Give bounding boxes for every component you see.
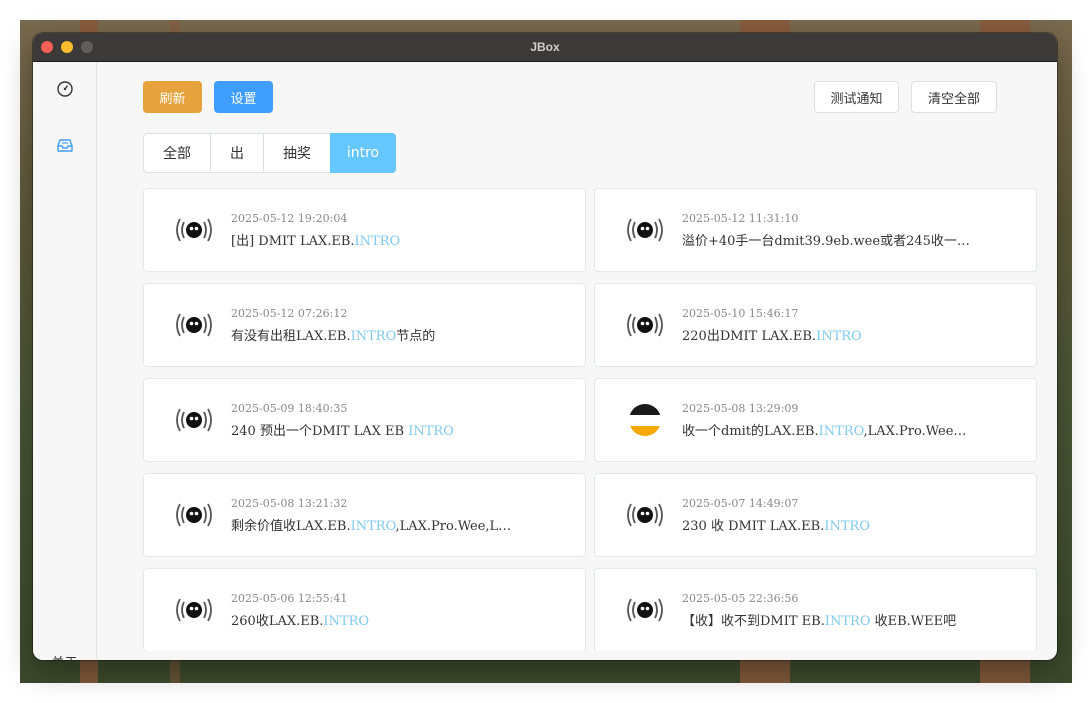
post-card[interactable]: 2025-05-12 11:31:10 溢价+40手一台dmit39.9eb.we…: [594, 188, 1037, 272]
post-title-suffix: 节点的: [396, 329, 436, 344]
dashboard-icon[interactable]: [55, 79, 75, 99]
post-title-suffix: ,LAX.Pro.Wee,L…: [395, 519, 512, 534]
post-title-suffix: ,LAX.Pro.Wee…: [863, 424, 967, 439]
post-timestamp: 2025-05-12 11:31:10: [682, 212, 799, 225]
post-title: [出] DMIT LAX.EB.INTRO: [231, 230, 561, 249]
title-bar[interactable]: JBox: [33, 33, 1057, 62]
post-card[interactable]: 2025-05-09 18:40:35 240 预出一个DMIT LAX EB I…: [143, 378, 586, 462]
keyword-highlight: INTRO: [816, 329, 862, 344]
post-timestamp: 2025-05-10 15:46:17: [682, 307, 799, 320]
post-title-text: 收一个dmit的LAX.EB.: [682, 424, 819, 439]
post-title-text: 有没有出租LAX.EB.: [231, 329, 351, 344]
post-card[interactable]: 2025-05-12 07:26:12 有没有出租LAX.EB.INTRO节点的: [143, 283, 586, 367]
post-timestamp: 2025-05-09 18:40:35: [231, 402, 348, 415]
post-card[interactable]: 2025-05-10 15:46:17 220出DMIT LAX.EB.INTRO: [594, 283, 1037, 367]
post-timestamp: 2025-05-07 14:49:07: [682, 497, 799, 510]
broadcast-avatar-icon: [623, 593, 667, 627]
keyword-highlight: INTRO: [824, 519, 870, 534]
broadcast-avatar-icon: [172, 308, 216, 342]
post-title: 220出DMIT LAX.EB.INTRO: [682, 325, 1012, 344]
settings-button[interactable]: 设置: [214, 81, 273, 113]
post-title: 剩余价值收LAX.EB.INTRO,LAX.Pro.Wee,L…: [231, 515, 561, 534]
tab-lottery[interactable]: 抽奖: [263, 133, 331, 173]
tab-sell[interactable]: 出: [210, 133, 264, 173]
keyword-highlight: INTRO: [323, 614, 370, 629]
about-link[interactable]: 关于: [33, 652, 96, 660]
post-title: 240 预出一个DMIT LAX EB INTRO: [231, 420, 561, 439]
broadcast-avatar-icon: [623, 498, 667, 532]
keyword-highlight: INTRO: [354, 234, 401, 249]
flag-avatar-icon: [623, 403, 667, 437]
post-card[interactable]: 2025-05-08 13:29:09 收一个dmit的LAX.EB.INTRO,…: [594, 378, 1037, 462]
post-title: 260收LAX.EB.INTRO: [231, 610, 561, 629]
post-title-text: 220出DMIT LAX.EB.: [682, 329, 817, 344]
window-title: JBox: [530, 40, 560, 54]
tab-all[interactable]: 全部: [143, 133, 211, 173]
post-title: 230 收 DMIT LAX.EB.INTRO: [682, 515, 1012, 534]
post-timestamp: 2025-05-06 12:55:41: [231, 592, 348, 605]
post-card[interactable]: 2025-05-05 22:36:56 【收】收不到DMIT EB.INTRO 收…: [594, 568, 1037, 651]
post-title-text: 剩余价值收LAX.EB.: [231, 519, 351, 534]
post-timestamp: 2025-05-08 13:21:32: [231, 497, 348, 510]
broadcast-avatar-icon: [623, 308, 667, 342]
broadcast-avatar-icon: [172, 213, 216, 247]
keyword-highlight: INTRO: [408, 424, 454, 439]
keyword-highlight: INTRO: [350, 329, 397, 344]
keyword-highlight: INTRO: [818, 424, 864, 439]
refresh-button[interactable]: 刷新: [143, 81, 202, 113]
test-notification-button[interactable]: 测试通知: [814, 81, 899, 113]
post-title-suffix: 收EB.WEE吧: [870, 614, 957, 629]
filter-tabs: 全部 出 抽奖 intro: [143, 133, 396, 173]
post-timestamp: 2025-05-05 22:36:56: [682, 592, 799, 605]
broadcast-avatar-icon: [172, 593, 216, 627]
inbox-icon[interactable]: [55, 135, 75, 155]
post-title-text: 240 预出一个DMIT LAX EB: [231, 424, 409, 439]
clear-all-button[interactable]: 清空全部: [911, 81, 997, 113]
broadcast-avatar-icon: [172, 498, 216, 532]
keyword-highlight: INTRO: [824, 614, 871, 629]
app-window: JBox 关于 刷新 设置 测试通知 清空全部 全部 出 抽奖 in: [33, 33, 1057, 660]
post-card[interactable]: 2025-05-07 14:49:07 230 收 DMIT LAX.EB.INT…: [594, 473, 1037, 557]
post-timestamp: 2025-05-08 13:29:09: [682, 402, 799, 415]
post-title-text: 230 收 DMIT LAX.EB.: [682, 519, 825, 534]
sidebar: 关于: [33, 62, 97, 660]
post-card[interactable]: 2025-05-08 13:21:32 剩余价值收LAX.EB.INTRO,LAX…: [143, 473, 586, 557]
post-title-text: 【收】收不到DMIT EB.: [682, 614, 825, 629]
post-title-text: [出] DMIT LAX.EB.: [231, 234, 355, 249]
post-title: 有没有出租LAX.EB.INTRO节点的: [231, 325, 561, 344]
broadcast-avatar-icon: [172, 403, 216, 437]
post-timestamp: 2025-05-12 19:20:04: [231, 212, 348, 225]
keyword-highlight: INTRO: [350, 519, 396, 534]
tab-intro[interactable]: intro: [330, 133, 396, 173]
post-grid: 2025-05-12 19:20:04 [出] DMIT LAX.EB.INTRO…: [143, 188, 1037, 651]
post-card[interactable]: 2025-05-12 19:20:04 [出] DMIT LAX.EB.INTRO: [143, 188, 586, 272]
broadcast-avatar-icon: [623, 213, 667, 247]
post-card[interactable]: 2025-05-06 12:55:41 260收LAX.EB.INTRO: [143, 568, 586, 651]
post-title: 【收】收不到DMIT EB.INTRO 收EB.WEE吧: [682, 610, 1012, 629]
post-timestamp: 2025-05-12 07:26:12: [231, 307, 348, 320]
post-title: 收一个dmit的LAX.EB.INTRO,LAX.Pro.Wee…: [682, 420, 1012, 439]
post-title-text: 260收LAX.EB.: [231, 614, 324, 629]
post-title-text: 溢价+40手一台dmit39.9eb.wee或者245收一…: [682, 234, 970, 249]
post-title: 溢价+40手一台dmit39.9eb.wee或者245收一…: [682, 230, 1012, 249]
